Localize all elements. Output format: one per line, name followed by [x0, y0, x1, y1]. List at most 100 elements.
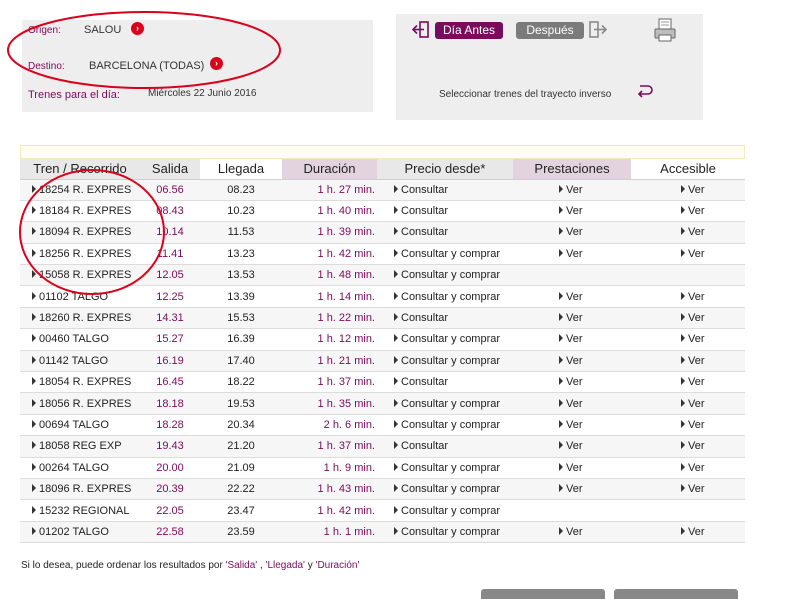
price-link[interactable]: Consultar [401, 205, 448, 217]
sort-salida-link[interactable]: 'Salida' [226, 560, 258, 571]
train-link[interactable]: 18260 R. EXPRES [39, 312, 131, 324]
departure-time: 20.00 [156, 461, 184, 474]
services-link[interactable]: Ver [566, 483, 583, 495]
sort-llegada-link[interactable]: 'Llegada' [266, 560, 305, 571]
departure-time-cell: 16.19 [140, 350, 200, 373]
bottom-button-left[interactable] [481, 589, 605, 599]
price-link[interactable]: Consultar [401, 312, 448, 324]
prev-day-icon[interactable] [412, 20, 431, 39]
train-link[interactable]: 18094 R. EXPRES [39, 226, 131, 238]
triangle-right-icon [681, 355, 685, 364]
price-link[interactable]: Consultar [401, 440, 448, 452]
accessible-link[interactable]: Ver [688, 312, 705, 324]
train-link[interactable]: 18096 R. EXPRES [39, 483, 131, 495]
accessible-link-cell: Ver [631, 478, 745, 501]
price-link[interactable]: Consultar y comprar [401, 483, 500, 495]
next-day-button[interactable]: Después [516, 22, 584, 39]
accessible-link[interactable]: Ver [688, 184, 705, 196]
accessible-link-cell: Ver [631, 350, 745, 373]
train-link[interactable]: 00264 TALGO [39, 462, 109, 474]
services-link[interactable]: Ver [566, 333, 583, 345]
accessible-link[interactable]: Ver [688, 226, 705, 238]
triangle-right-icon [394, 227, 398, 236]
header-duracion[interactable]: Duración [282, 159, 377, 180]
train-link[interactable]: 15058 R. EXPRES [39, 269, 131, 281]
train-link[interactable]: 00694 TALGO [39, 419, 109, 431]
accessible-link[interactable]: Ver [688, 526, 705, 538]
services-link[interactable]: Ver [566, 355, 583, 367]
accessible-link[interactable]: Ver [688, 376, 705, 388]
train-link[interactable]: 00460 TALGO [39, 333, 109, 345]
reverse-trip-link[interactable]: Seleccionar trenes del trayecto inverso [439, 89, 611, 100]
price-link[interactable]: Consultar y comprar [401, 505, 500, 517]
price-link[interactable]: Consultar y comprar [401, 248, 500, 260]
duration: 1 h. 9 min. [323, 461, 375, 474]
train-link[interactable]: 18254 R. EXPRES [39, 184, 131, 196]
price-link-cell: Consultar [377, 307, 513, 330]
change-destination-icon[interactable]: › [210, 57, 223, 70]
services-link[interactable]: Ver [566, 226, 583, 238]
train-link[interactable]: 18056 R. EXPRES [39, 398, 131, 410]
accessible-link[interactable]: Ver [688, 483, 705, 495]
price-link[interactable]: Consultar y comprar [401, 333, 500, 345]
services-link[interactable]: Ver [566, 291, 583, 303]
train-link-cell: 18056 R. EXPRES [20, 392, 140, 415]
print-icon[interactable] [652, 17, 678, 43]
services-link[interactable]: Ver [566, 248, 583, 260]
next-day-icon[interactable] [588, 20, 607, 39]
price-link[interactable]: Consultar y comprar [401, 291, 500, 303]
services-link[interactable]: Ver [566, 312, 583, 324]
train-link[interactable]: 15232 REGIONAL [39, 505, 130, 517]
services-link[interactable]: Ver [566, 376, 583, 388]
triangle-right-icon [32, 484, 36, 493]
accessible-link[interactable]: Ver [688, 398, 705, 410]
price-link[interactable]: Consultar y comprar [401, 355, 500, 367]
services-link[interactable]: Ver [566, 184, 583, 196]
header-salida[interactable]: Salida [140, 159, 200, 180]
accessible-link[interactable]: Ver [688, 248, 705, 260]
triangle-right-icon [394, 355, 398, 364]
services-link[interactable]: Ver [566, 419, 583, 431]
header-llegada[interactable]: Llegada [200, 159, 282, 180]
train-link-cell: 15232 REGIONAL [20, 499, 140, 522]
train-link-cell: 18260 R. EXPRES [20, 307, 140, 330]
services-link-cell: Ver [513, 371, 631, 394]
sort-duracion-link[interactable]: 'Duración' [316, 560, 360, 571]
price-link[interactable]: Consultar y comprar [401, 526, 500, 538]
accessible-link[interactable]: Ver [688, 291, 705, 303]
train-link[interactable]: 18184 R. EXPRES [39, 205, 131, 217]
accessible-link[interactable]: Ver [688, 205, 705, 217]
accessible-link[interactable]: Ver [688, 333, 705, 345]
price-link[interactable]: Consultar y comprar [401, 419, 500, 431]
accessible-link[interactable]: Ver [688, 440, 705, 452]
services-link[interactable]: Ver [566, 398, 583, 410]
services-link[interactable]: Ver [566, 526, 583, 538]
train-link[interactable]: 01202 TALGO [39, 526, 109, 538]
accessible-link[interactable]: Ver [688, 355, 705, 367]
accessible-link[interactable]: Ver [688, 419, 705, 431]
services-link[interactable]: Ver [566, 205, 583, 217]
price-link[interactable]: Consultar y comprar [401, 398, 500, 410]
header-tren[interactable]: Tren / Recorrido [20, 159, 140, 180]
price-link[interactable]: Consultar y comprar [401, 462, 500, 474]
arrival-time: 16.39 [227, 333, 255, 346]
train-link[interactable]: 18054 R. EXPRES [39, 376, 131, 388]
price-link[interactable]: Consultar [401, 226, 448, 238]
train-link[interactable]: 18058 REG EXP [39, 440, 122, 452]
price-link[interactable]: Consultar y comprar [401, 269, 500, 281]
price-link[interactable]: Consultar [401, 184, 448, 196]
services-link[interactable]: Ver [566, 440, 583, 452]
change-origin-icon[interactable]: › [131, 22, 144, 35]
departure-time-cell: 12.05 [140, 264, 200, 287]
accessible-link[interactable]: Ver [688, 462, 705, 474]
bottom-button-right[interactable] [614, 589, 738, 599]
duration-cell: 1 h. 42 min. [282, 499, 377, 522]
price-link[interactable]: Consultar [401, 376, 448, 388]
departure-time-cell: 10.14 [140, 221, 200, 244]
prev-day-button[interactable]: Día Antes [435, 22, 503, 39]
reverse-trip-icon[interactable] [636, 81, 654, 99]
train-link[interactable]: 18256 R. EXPRES [39, 248, 131, 260]
services-link[interactable]: Ver [566, 462, 583, 474]
train-link[interactable]: 01142 TALGO [39, 355, 108, 367]
train-link[interactable]: 01102 TALGO [39, 291, 108, 303]
